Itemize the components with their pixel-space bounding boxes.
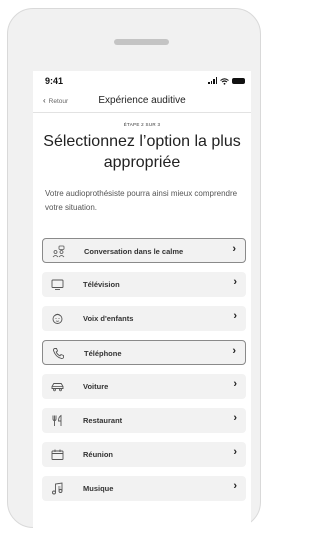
option-meeting[interactable]: Réunion › <box>42 442 246 467</box>
meeting-icon <box>51 448 64 461</box>
battery-icon <box>232 77 245 84</box>
option-television[interactable]: Télévision › <box>42 272 246 297</box>
chevron-right-icon: › <box>232 243 236 255</box>
option-label: Réunion <box>83 450 113 459</box>
option-label: Restaurant <box>83 416 123 425</box>
question-description: Votre audioprothésiste pourra ainsi mieu… <box>45 189 238 212</box>
chevron-right-icon: › <box>233 310 237 322</box>
option-label: Voix d'enfants <box>83 314 134 323</box>
option-conversation[interactable]: Conversation dans le calme › <box>42 238 246 263</box>
option-childrens-voices[interactable]: Voix d'enfants › <box>42 306 246 331</box>
car-icon <box>51 380 64 393</box>
option-label: Voiture <box>83 382 109 391</box>
music-icon <box>51 482 64 495</box>
tv-icon <box>51 278 64 291</box>
chevron-right-icon: › <box>233 480 237 492</box>
option-restaurant[interactable]: Restaurant › <box>42 408 246 433</box>
option-car[interactable]: Voiture › <box>42 374 246 399</box>
fork-knife-icon <box>51 414 64 427</box>
option-telephone[interactable]: Téléphone › <box>42 340 246 365</box>
chevron-right-icon: › <box>232 345 236 357</box>
step-label: ÉTAPE 2 SUR 3 <box>123 122 161 127</box>
app-screen: 9:41 ‹ Retour Expérience auditive ÉTAPE … <box>33 71 251 537</box>
page-title: Expérience auditive <box>98 95 186 106</box>
people-icon <box>52 245 65 258</box>
option-music[interactable]: Musique › <box>42 476 246 501</box>
chevron-right-icon: › <box>233 446 237 458</box>
phone-icon <box>52 347 65 360</box>
chevron-right-icon: › <box>233 412 237 424</box>
nav-bar: ‹ Retour Expérience auditive <box>33 92 251 113</box>
chevron-right-icon: › <box>233 378 237 390</box>
option-label: Musique <box>83 484 114 493</box>
question-heading: Sélectionnez l’option la plus appropriée <box>43 133 241 171</box>
child-face-icon <box>51 312 64 325</box>
option-label: Télévision <box>83 280 120 289</box>
option-label: Conversation dans le calme <box>84 247 184 256</box>
options-list: Conversation dans le calme › Télévision … <box>42 238 246 510</box>
chevron-right-icon: › <box>233 276 237 288</box>
signal-icon <box>208 77 217 84</box>
wifi-icon <box>220 72 229 90</box>
status-time: 9:41 <box>45 76 64 86</box>
phone-speaker <box>114 39 169 45</box>
status-icons <box>208 76 245 85</box>
option-label: Téléphone <box>84 349 122 358</box>
